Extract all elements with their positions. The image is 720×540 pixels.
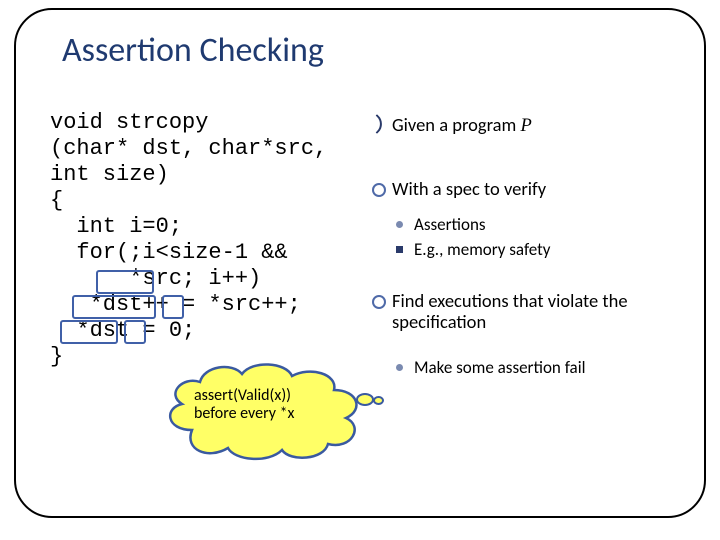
bullet-text: With a spec to verify — [392, 177, 546, 200]
callout-text: assert(Valid(x)) before every *x — [194, 387, 294, 424]
sub-bullet-item: E.g., memory safety — [370, 239, 700, 260]
bullet-text: Given a program — [392, 113, 520, 136]
code-line: *src; i++) — [50, 266, 261, 291]
bullet-text: E.g., memory safety — [414, 239, 551, 260]
bullet-item: Find executions that violate the specifi… — [370, 290, 700, 334]
highlight-box — [162, 295, 184, 319]
bullet-text: Find executions that violate the specifi… — [392, 289, 628, 334]
bullet-item: With a spec to verify — [370, 178, 700, 200]
bullet-text: Make some assertion fail — [414, 357, 586, 378]
cloud-tail-icon — [356, 393, 374, 406]
highlight-box — [124, 320, 146, 344]
highlight-box — [72, 295, 156, 319]
code-line: { — [50, 188, 63, 213]
slide-title: Assertion Checking — [62, 30, 324, 71]
code-line: void strcopy — [50, 110, 208, 135]
callout-line: assert(Valid(x)) — [194, 387, 294, 405]
math-symbol: P — [520, 116, 531, 136]
highlight-box — [60, 320, 118, 344]
code-line: int size) — [50, 162, 169, 187]
code-line: (char* dst, char*src, — [50, 136, 327, 161]
highlight-box — [96, 270, 154, 294]
cloud-tail-icon — [373, 396, 384, 405]
bullet-item: Given a program P — [370, 114, 700, 138]
callout-cloud: assert(Valid(x)) before every *x — [160, 360, 368, 462]
code-line: } — [50, 344, 63, 369]
callout-line: before every *x — [194, 405, 294, 423]
code-line: for(;i<size-1 && — [50, 240, 288, 265]
code-line: int i=0; — [50, 214, 182, 239]
sub-bullet-item: Make some assertion fail — [370, 357, 700, 378]
bullet-text: Assertions — [414, 214, 486, 235]
bullet-list: Given a program P With a spec to verify … — [370, 114, 700, 382]
sub-bullet-item: Assertions — [370, 214, 700, 235]
